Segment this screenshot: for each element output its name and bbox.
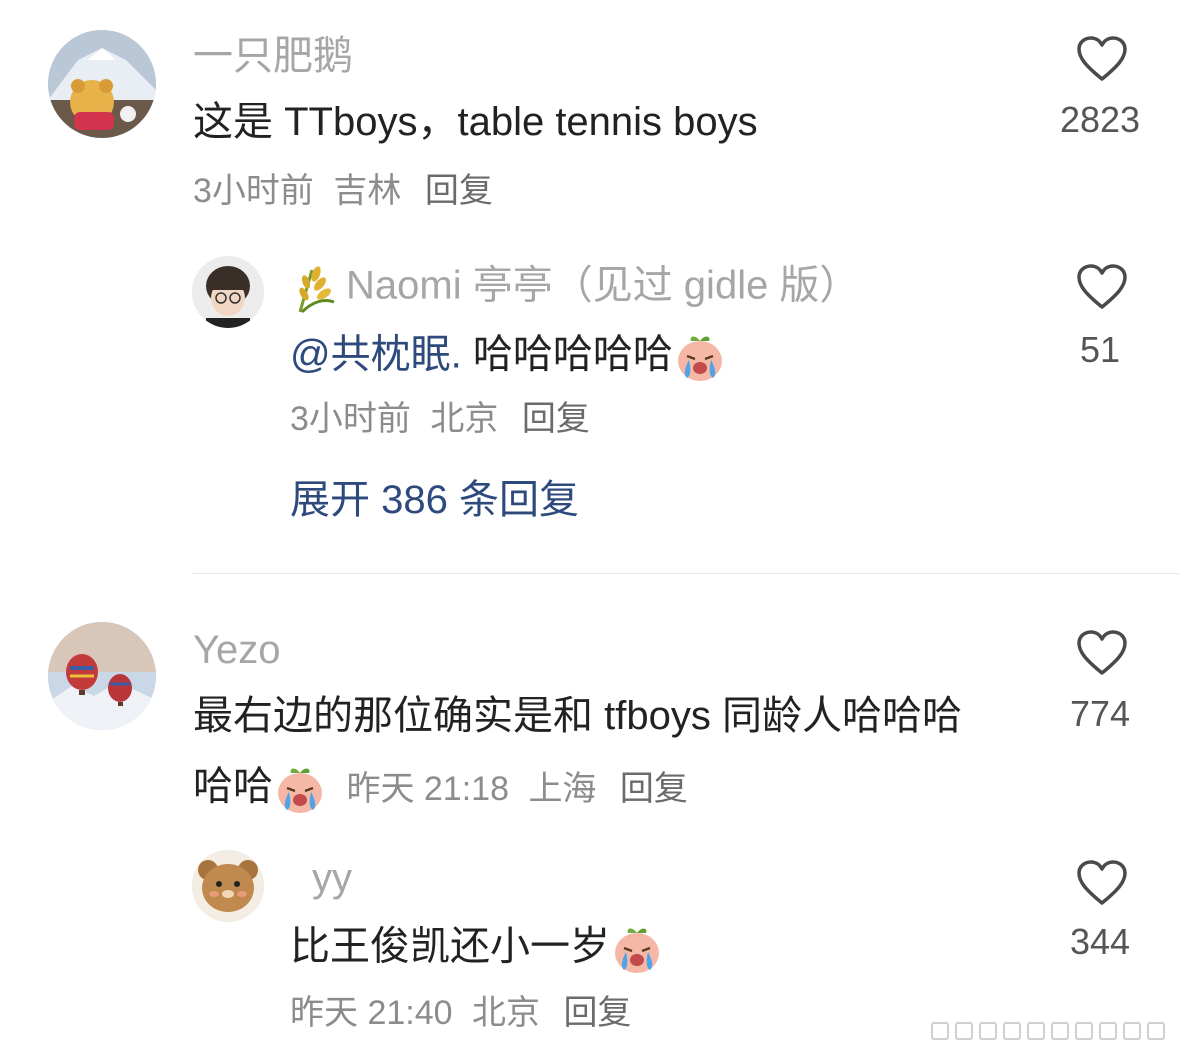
- reply-button[interactable]: 回复: [425, 172, 493, 210]
- watermark-dots: [931, 1022, 1165, 1040]
- divider: [192, 573, 1179, 574]
- like-count: 2823: [1059, 99, 1141, 140]
- watermark-square-icon: [1051, 1022, 1069, 1040]
- crying-peach-emoji-icon: [273, 762, 327, 816]
- heart-icon[interactable]: [1076, 36, 1128, 82]
- teddy-bear-avatar-icon: [192, 850, 264, 922]
- reply-button[interactable]: 回复: [563, 994, 631, 1032]
- like-count: 344: [1069, 921, 1131, 962]
- comment-text-line2: 哈哈: [193, 764, 273, 809]
- watermark-square-icon: [955, 1022, 973, 1040]
- reply-location: 北京: [430, 400, 499, 438]
- like-count: 774: [1069, 693, 1131, 734]
- comment-meta: 昨天 21:18 上海 回复: [337, 769, 688, 808]
- hot-air-balloon-avatar-icon: [48, 622, 156, 730]
- watermark-square-icon: [1099, 1022, 1117, 1040]
- crying-peach-emoji-icon: [610, 922, 664, 976]
- reply-text: @共枕眠. 哈哈哈哈哈: [290, 330, 727, 384]
- reply-meta: 3小时前 北京 回复: [290, 402, 590, 436]
- reply-text: 比王俊凯还小一岁: [290, 922, 664, 976]
- comment-time: 昨天 21:18: [346, 769, 509, 808]
- rice-ear-icon: [290, 262, 342, 314]
- mention-link[interactable]: @共枕眠.: [290, 333, 462, 377]
- comment-meta: 3小时前 吉林 回复: [193, 174, 493, 208]
- heart-icon[interactable]: [1076, 630, 1128, 676]
- winnie-pooh-avatar-icon: [48, 30, 156, 138]
- reply-meta: 昨天 21:40 北京 回复: [290, 996, 631, 1030]
- expand-replies-button[interactable]: 展开 386 条回复: [290, 480, 579, 520]
- reply-username[interactable]: Naomi 亭亭（见过 gidle 版）: [290, 262, 859, 314]
- crying-peach-emoji-icon: [673, 330, 727, 384]
- avatar-replier-1[interactable]: [192, 256, 264, 328]
- comment-time: 3小时前: [193, 172, 314, 210]
- watermark-square-icon: [979, 1022, 997, 1040]
- watermark-square-icon: [1123, 1022, 1141, 1040]
- watermark-square-icon: [1147, 1022, 1165, 1040]
- reply-time: 昨天 21:40: [290, 994, 453, 1032]
- heart-icon[interactable]: [1076, 860, 1128, 906]
- comment-text-line1: 最右边的那位确实是和 tfboys 同龄人哈哈哈: [193, 694, 962, 738]
- reply-location: 北京: [471, 994, 540, 1032]
- reply-text-body: 哈哈哈哈哈: [461, 332, 673, 377]
- comment-location: 上海: [528, 769, 597, 808]
- watermark-square-icon: [1075, 1022, 1093, 1040]
- comment-text-line2-row: 哈哈 昨天 21:18 上海 回复: [193, 762, 688, 816]
- reply-text-body: 比王俊凯还小一岁: [290, 924, 610, 969]
- watermark-square-icon: [1003, 1022, 1021, 1040]
- heart-icon[interactable]: [1076, 264, 1128, 310]
- avatar-replier-2[interactable]: [192, 850, 264, 922]
- reply-button[interactable]: 回复: [620, 770, 688, 808]
- avatar-commenter-2[interactable]: [48, 622, 156, 730]
- avatar-commenter-1[interactable]: [48, 30, 156, 138]
- reply-button[interactable]: 回复: [522, 400, 590, 438]
- username[interactable]: 一只肥鹅: [193, 36, 353, 76]
- watermark-square-icon: [1027, 1022, 1045, 1040]
- boy-with-glasses-avatar-icon: [192, 256, 264, 328]
- watermark-square-icon: [931, 1022, 949, 1040]
- comment-location: 吉林: [333, 172, 402, 210]
- reply-username-text: Naomi 亭亭（见过 gidle 版）: [346, 263, 860, 308]
- reply-time: 3小时前: [290, 400, 411, 438]
- reply-username[interactable]: yy: [312, 858, 352, 898]
- like-count: 51: [1079, 329, 1121, 370]
- username[interactable]: Yezo: [193, 630, 281, 670]
- comment-text: 这是 TTboys，table tennis boys: [193, 100, 758, 144]
